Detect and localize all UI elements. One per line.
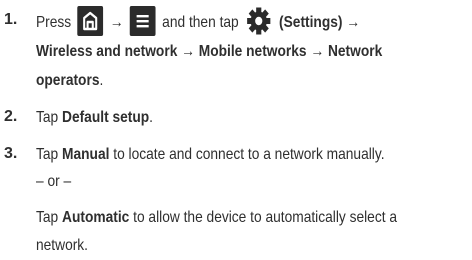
tap-text: Tap — [36, 109, 59, 126]
period: . — [149, 109, 154, 126]
press-text: Press — [36, 14, 72, 32]
and-then-tap-text: and then tap — [162, 14, 239, 32]
step-3-line-3: Tap Automatic to allow the device to aut… — [36, 208, 397, 228]
step-number: 2. — [4, 108, 18, 125]
or-separator: – or – — [36, 173, 72, 190]
home-icon — [77, 6, 104, 36]
settings-label: (Settings) → — [279, 14, 361, 32]
manual-description: to locate and connect to a network manua… — [113, 146, 385, 163]
default-setup-text: Default setup — [62, 109, 150, 126]
step-number: 3. — [4, 145, 18, 162]
period: . — [99, 72, 104, 89]
arrow: → — [109, 14, 124, 32]
manual-text: Manual — [62, 146, 110, 163]
tap-text: Tap — [36, 209, 59, 226]
automatic-description: to allow the device to automatically sel… — [133, 209, 397, 226]
automatic-text: Automatic — [62, 209, 130, 226]
tap-text: Tap — [36, 146, 59, 163]
step-3-line-4: network. — [36, 237, 89, 254]
step-number: 1. — [4, 11, 18, 28]
step-1-line-1: Press → and then tap (Settings) → — [36, 6, 361, 38]
step-1-line-2: Wireless and network → Mobile networks →… — [36, 43, 383, 60]
step-3-line-1: Tap Manual to locate and connect to a ne… — [36, 145, 385, 165]
step-1-line-3: operators. — [36, 71, 103, 91]
menu-icon — [129, 6, 156, 36]
step-2-line-1: Tap Default setup. — [36, 108, 153, 128]
network-operators-text: operators — [36, 72, 100, 89]
settings-gear-icon — [244, 6, 273, 36]
